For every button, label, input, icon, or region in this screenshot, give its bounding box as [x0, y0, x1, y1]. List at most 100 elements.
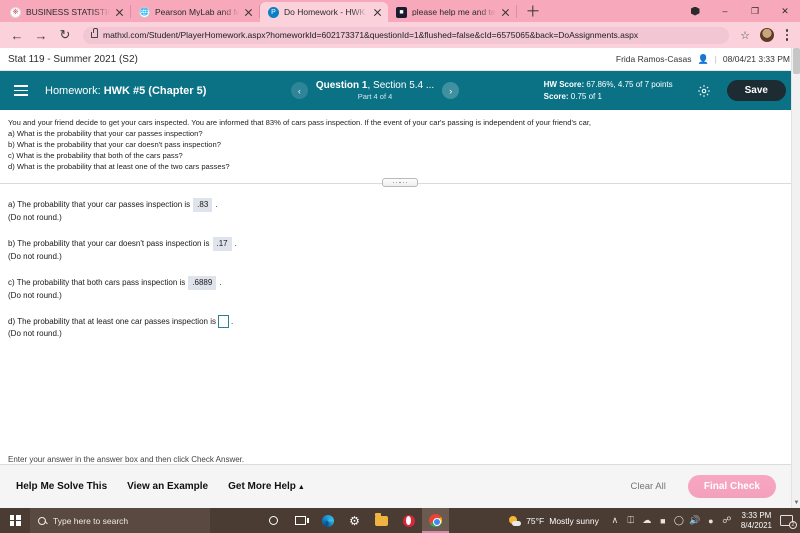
browser-tab-0[interactable]: ❊ BUSINESS STATISTICS W/ MYSTA [2, 2, 130, 22]
hw-score-label: HW Score: [543, 79, 585, 89]
answer-input-b[interactable]: .17 [212, 237, 232, 251]
weather-description: Mostly sunny [549, 515, 599, 526]
browser-menu-icon[interactable] [780, 29, 794, 41]
onedrive-sync-icon[interactable]: ⎅ [623, 508, 639, 533]
answer-block-a: a) The probability that your car passes … [8, 198, 792, 224]
wifi-icon[interactable]: ◯ [671, 508, 687, 533]
profile-avatar[interactable] [760, 28, 774, 42]
close-button[interactable]: ✕ [770, 0, 800, 22]
score-summary: HW Score: 67.86%, 4.75 of 7 points Score… [544, 79, 673, 102]
answer-input-d[interactable] [217, 315, 229, 328]
minimize-button[interactable]: – [710, 0, 740, 22]
browser-tab-title: Do Homework - HWK #5 (Chapte [284, 7, 368, 17]
page-title-prefix: Homework: [45, 84, 104, 97]
window-controls: – ❐ ✕ [680, 0, 800, 22]
get-more-help-button[interactable]: Get More Help ▲ [228, 481, 305, 492]
taskbar-clock[interactable]: 3:33 PM 8/4/2021 [735, 511, 778, 531]
maximize-button[interactable]: ❐ [740, 0, 770, 22]
browser-tab-1[interactable]: 🌐 Pearson MyLab and Mastering [131, 2, 259, 22]
tray-expand-icon[interactable]: ∧ [607, 508, 623, 533]
battery-icon[interactable]: ■ [655, 508, 671, 533]
browser-tab-2[interactable]: P Do Homework - HWK #5 (Chapte [260, 2, 388, 22]
caret-up-icon: ▲ [297, 484, 305, 491]
browser-chrome: ❊ BUSINESS STATISTICS W/ MYSTA 🌐 Pearson… [0, 0, 800, 48]
windows-icon [9, 515, 21, 526]
question-section: , Section 5.4 ... [367, 79, 435, 91]
answer-note: (Do not round.) [8, 329, 62, 338]
chrome-icon[interactable] [422, 508, 449, 533]
answer-period: . [215, 200, 218, 209]
next-question-button[interactable]: › [442, 82, 460, 99]
tab-close-icon[interactable] [114, 7, 125, 18]
question-navigator: ‹ Question 1, Section 5.4 ... Part 4 of … [290, 79, 460, 102]
task-view-icon[interactable] [287, 508, 314, 533]
cortana-icon[interactable] [260, 508, 287, 533]
tab-close-icon[interactable] [500, 7, 511, 18]
location-icon[interactable]: ● [703, 508, 719, 533]
final-check-button[interactable]: Final Check [687, 475, 776, 498]
clear-all-button[interactable]: Clear All [630, 481, 665, 492]
question-lead: You and your friend decide to get your c… [8, 118, 592, 127]
tab-close-icon[interactable] [243, 7, 254, 18]
answer-input-a[interactable]: .83 [193, 198, 213, 212]
edge-icon[interactable] [314, 508, 341, 533]
answer-note: (Do not round.) [8, 213, 62, 222]
settings-icon[interactable]: ⚙ [341, 508, 368, 533]
action-center-icon[interactable]: 2 [780, 514, 797, 529]
current-datetime: 08/04/21 3:33 PM [722, 54, 790, 64]
taskbar-search-input[interactable]: Type here to search [30, 508, 210, 533]
page-scrollbar[interactable]: ▲ ▼ [791, 48, 800, 508]
scroll-down-icon[interactable]: ▼ [792, 498, 800, 508]
file-explorer-icon[interactable] [368, 508, 395, 533]
answer-note: (Do not round.) [8, 291, 62, 300]
weather-widget[interactable]: 75°F Mostly sunny [509, 515, 599, 527]
bookmark-icon[interactable]: ☆ [736, 29, 754, 42]
forward-button[interactable]: → [30, 24, 52, 46]
panel-splitter[interactable] [0, 176, 800, 190]
volume-icon[interactable]: 🔊 [687, 508, 703, 533]
back-button[interactable]: ← [6, 24, 28, 46]
homework-footer-toolbar: Help Me Solve This View an Example Get M… [0, 464, 800, 508]
pearson-icon: P [268, 6, 279, 18]
start-button[interactable] [0, 508, 30, 533]
bluetooth-icon[interactable]: ☍ [719, 508, 735, 533]
help-me-solve-this-button[interactable]: Help Me Solve This [16, 481, 107, 492]
save-button[interactable]: Save [726, 80, 786, 101]
score-value: 0.75 of 1 [568, 91, 602, 101]
windows-taskbar: Type here to search ⚙ 75°F Mostly sunny … [0, 508, 800, 533]
mathxl-page: Stat 119 - Summer 2021 (S2) Frida Ramos-… [0, 48, 800, 508]
answer-block-d: d) The probability that at least one car… [8, 315, 792, 340]
new-tab-button[interactable] [523, 1, 543, 21]
reload-button[interactable]: ↻ [54, 24, 76, 46]
question-part-a: a) What is the probability that your car… [8, 129, 203, 138]
user-icon[interactable]: 👤 [697, 54, 708, 65]
tab-close-icon[interactable] [372, 7, 383, 18]
answer-period: . [234, 239, 237, 248]
topbar-right: Frida Ramos-Casas 👤 | 08/04/21 3:33 PM [616, 54, 790, 65]
opera-icon[interactable] [395, 508, 422, 533]
onedrive-cloud-icon[interactable]: ☁ [639, 508, 655, 533]
browser-tab-title: Pearson MyLab and Mastering [155, 7, 239, 17]
address-bar-text: mathxl.com/Student/PlayerHomework.aspx?h… [103, 30, 639, 40]
address-bar[interactable]: mathxl.com/Student/PlayerHomework.aspx?h… [83, 26, 729, 44]
hamburger-icon[interactable] [14, 85, 36, 96]
help-links: Help Me Solve This View an Example Get M… [16, 481, 305, 492]
gear-icon[interactable] [693, 80, 715, 102]
answer-input-c[interactable]: .6889 [188, 276, 217, 290]
splitter-grip[interactable] [382, 178, 418, 187]
notification-count: 2 [789, 520, 797, 529]
taskbar-search-placeholder: Type here to search [53, 515, 129, 526]
get-more-help-label: Get More Help [228, 481, 296, 492]
homework-header: Homework: HWK #5 (Chapter 5) ‹ Question … [0, 71, 800, 110]
answer-period: . [230, 316, 234, 326]
answer-block-b: b) The probability that your car doesn't… [8, 237, 792, 263]
answer-block-c: c) The probability that both cars pass i… [8, 276, 792, 302]
extensions-badge-icon[interactable] [680, 0, 710, 22]
scrollbar-thumb[interactable] [793, 48, 800, 74]
page-title: Homework: HWK #5 (Chapter 5) [45, 85, 206, 97]
previous-question-button[interactable]: ‹ [290, 82, 308, 99]
view-an-example-button[interactable]: View an Example [127, 481, 208, 492]
browser-tab-3[interactable]: ■ please help me and tell me how t [388, 2, 516, 22]
browser-tab-title: BUSINESS STATISTICS W/ MYSTA [26, 7, 110, 17]
stats-icon: ❊ [10, 6, 21, 18]
